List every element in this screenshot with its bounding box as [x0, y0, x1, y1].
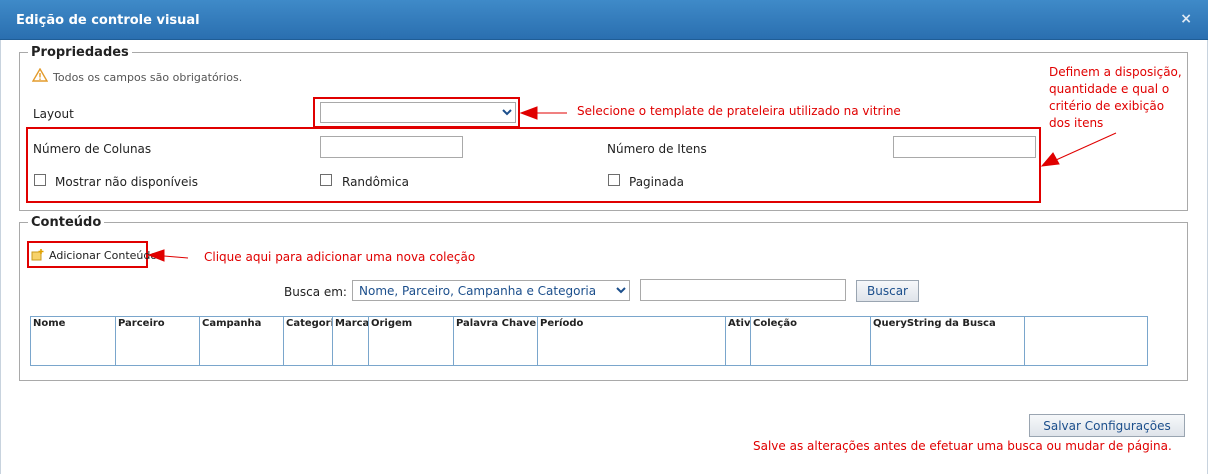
grid-settings-highlight-box: [26, 127, 1041, 203]
dialog-titlebar: Edição de controle visual ×: [0, 0, 1208, 40]
paginated-checkbox[interactable]: [608, 174, 620, 186]
dialog-title: Edição de controle visual: [16, 13, 200, 28]
column-header-category: Categoria: [283, 316, 333, 366]
search-button[interactable]: Buscar: [856, 280, 919, 302]
show-unavailable-checkbox[interactable]: [34, 174, 46, 186]
close-icon[interactable]: ×: [1180, 11, 1192, 27]
save-settings-button[interactable]: Salvar Configurações: [1029, 414, 1185, 437]
table-header-row: Nome Parceiro Campanha Categoria Marca O…: [30, 316, 1148, 366]
column-header-blank: [1024, 316, 1148, 366]
add-hint-annotation: Clique aqui para adicionar uma nova cole…: [204, 250, 476, 264]
column-header-campaign: Campanha: [199, 316, 284, 366]
show-unavailable-label: Mostrar não disponíveis: [55, 175, 198, 189]
items-input[interactable]: [893, 136, 1036, 158]
add-content-icon[interactable]: [31, 248, 45, 262]
layout-hint-annotation: Selecione o template de prateleira utili…: [577, 104, 901, 118]
content-legend: Conteúdo: [31, 215, 102, 230]
properties-legend: Propriedades: [31, 45, 129, 60]
column-header-querystring: QueryString da Busca: [870, 316, 1025, 366]
save-hint-annotation: Salve as alterações antes de efetuar uma…: [753, 439, 1172, 453]
columns-label: Número de Colunas: [33, 142, 152, 156]
required-fields-note: Todos os campos são obrigatórios.: [53, 71, 243, 84]
column-header-period: Período: [537, 316, 726, 366]
column-header-name: Nome: [30, 316, 116, 366]
items-label: Número de Itens: [607, 142, 707, 156]
paginated-label: Paginada: [629, 175, 684, 189]
grid-hint-annotation: Definem a disposição, quantidade e qual …: [1049, 65, 1182, 130]
dialog-body: Propriedades Todos os campos são obrigat…: [0, 40, 1208, 474]
column-header-origin: Origem: [368, 316, 454, 366]
column-header-brand: Marca: [332, 316, 369, 366]
columns-input[interactable]: [320, 136, 463, 158]
random-checkbox[interactable]: [320, 174, 332, 186]
content-table: Nome Parceiro Campanha Categoria Marca O…: [30, 316, 1148, 366]
column-header-active: Ativo: [725, 316, 751, 366]
random-label: Randômica: [342, 175, 409, 189]
layout-select[interactable]: [320, 102, 516, 123]
layout-label: Layout: [33, 107, 74, 121]
warning-icon: [32, 68, 48, 82]
search-query-input[interactable]: [640, 279, 846, 301]
search-scope-label: Busca em:: [284, 285, 347, 299]
add-content-link[interactable]: Adicionar Conteúdo: [49, 249, 157, 262]
search-scope-select[interactable]: Nome, Parceiro, Campanha e Categoria: [352, 280, 630, 301]
column-header-partner: Parceiro: [115, 316, 200, 366]
column-header-keyword: Palavra Chave: [453, 316, 538, 366]
column-header-collection: Coleção: [750, 316, 871, 366]
